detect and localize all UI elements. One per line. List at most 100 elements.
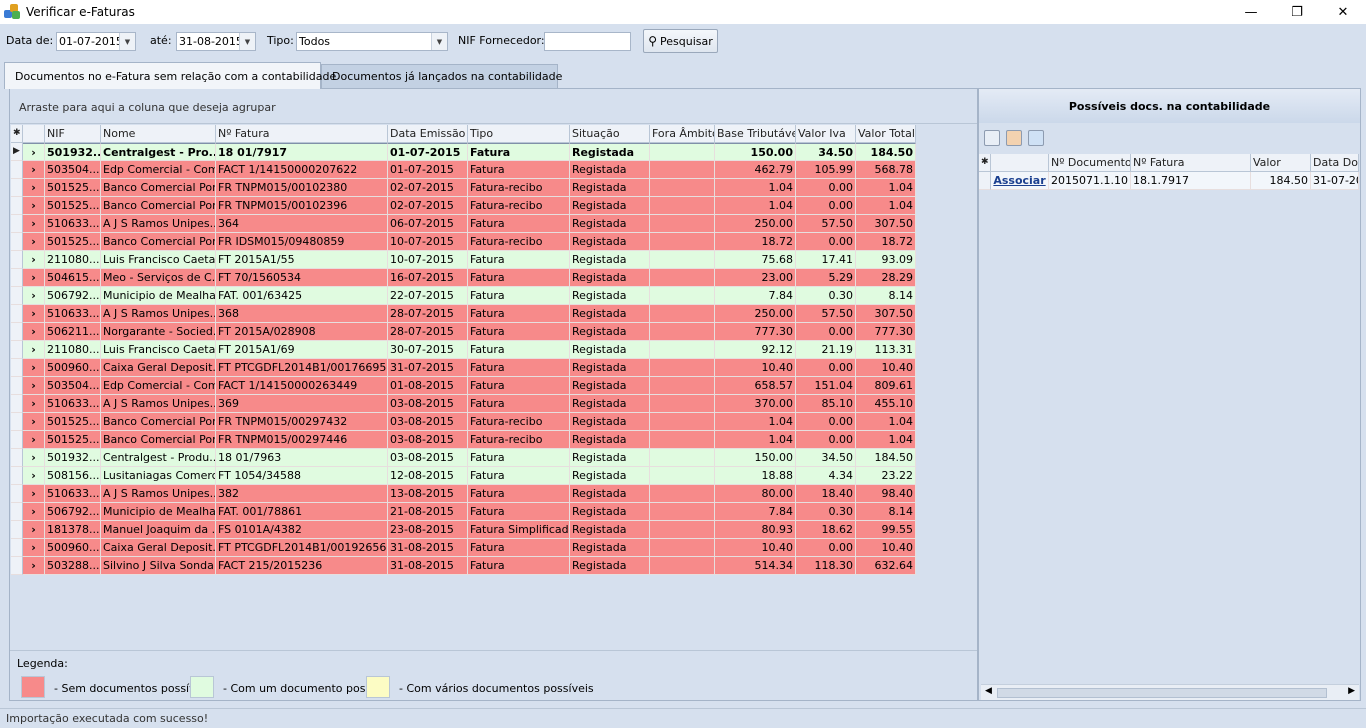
column-header[interactable]: Nome	[101, 125, 216, 143]
cell-base: 80.00	[715, 485, 796, 503]
column-header[interactable]: Valor	[1251, 154, 1311, 172]
cell-nome: Caixa Geral Deposit...	[101, 359, 216, 377]
expand-row-icon[interactable]: ›	[23, 305, 45, 323]
cell-fatura: FT PTCGDFL2014B1/0019265601	[216, 539, 388, 557]
cell-iva: 0.00	[796, 539, 856, 557]
nif-input[interactable]	[544, 32, 631, 51]
cell-iva: 17.41	[796, 251, 856, 269]
date-to-picker[interactable]: 31-08-2015 ▼	[176, 32, 256, 51]
cell-situacao: Registada	[570, 359, 650, 377]
column-header[interactable]: Nº Documento	[1049, 154, 1131, 172]
expand-row-icon[interactable]: ›	[23, 395, 45, 413]
cell-nome: Caixa Geral Deposit...	[101, 539, 216, 557]
date-from-picker[interactable]: 01-07-2015 ▼	[56, 32, 136, 51]
cell-base: 10.40	[715, 539, 796, 557]
expand-row-icon[interactable]: ›	[23, 467, 45, 485]
chevron-down-icon[interactable]: ▼	[431, 33, 447, 50]
cell-situacao: Registada	[570, 557, 650, 575]
type-select[interactable]: Todos ▼	[296, 32, 448, 51]
column-header[interactable]: Data Doc.	[1311, 154, 1359, 172]
tab-strip: Documentos no e-Fatura sem relação com a…	[0, 62, 1366, 89]
expand-row-icon[interactable]: ›	[23, 215, 45, 233]
export-icon[interactable]	[1028, 130, 1044, 146]
expand-row-icon[interactable]: ›	[23, 539, 45, 557]
expand-row-icon[interactable]: ›	[23, 323, 45, 341]
column-header[interactable]: Valor Iva	[796, 125, 856, 143]
associate-link[interactable]: Associar	[993, 174, 1045, 187]
date-to-value: 31-08-2015	[179, 35, 239, 48]
cell-iva: 57.50	[796, 305, 856, 323]
chevron-down-icon[interactable]: ▼	[119, 33, 135, 50]
expand-row-icon[interactable]: ›	[23, 341, 45, 359]
cell-base: 1.04	[715, 431, 796, 449]
expand-row-icon[interactable]: ›	[23, 449, 45, 467]
search-button[interactable]: ⚲ Pesquisar	[643, 29, 718, 53]
tab-posted-documents[interactable]: Documentos já lançados na contabilidade	[321, 64, 562, 88]
cell-base: 250.00	[715, 305, 796, 323]
expand-row-icon[interactable]: ›	[23, 413, 45, 431]
column-header[interactable]: Data Emissão	[388, 125, 468, 143]
cell-fatura: 18.1.7917	[1131, 172, 1251, 190]
row-indicator	[11, 233, 23, 251]
cell-base: 462.79	[715, 161, 796, 179]
expand-row-icon[interactable]: ›	[23, 287, 45, 305]
expand-row-icon[interactable]: ›	[23, 503, 45, 521]
group-by-area[interactable]: Arraste para aqui a coluna que deseja ag…	[10, 89, 977, 124]
minimize-button[interactable]: —	[1228, 0, 1274, 24]
cell-data: 21-08-2015	[388, 503, 468, 521]
cell-data: 01-07-2015	[388, 143, 468, 161]
expand-row-icon[interactable]: ›	[23, 233, 45, 251]
column-header[interactable]: Nº Fatura	[216, 125, 388, 143]
column-header[interactable]: NIF	[45, 125, 101, 143]
close-button[interactable]: ✕	[1320, 0, 1366, 24]
cell-fatura: FR TNPM015/00102396	[216, 197, 388, 215]
scrollbar-thumb[interactable]	[997, 688, 1327, 698]
link-documents-icon[interactable]	[984, 130, 1000, 146]
cell-fatura: FT 2015A1/55	[216, 251, 388, 269]
cell-fatura: FR TNPM015/00297432	[216, 413, 388, 431]
cell-tipo: Fatura	[468, 269, 570, 287]
maximize-button[interactable]: ❐	[1274, 0, 1320, 24]
expand-row-icon[interactable]: ›	[23, 557, 45, 575]
expand-row-icon[interactable]: ›	[23, 377, 45, 395]
column-header[interactable]: Tipo	[468, 125, 570, 143]
expand-row-icon[interactable]: ›	[23, 251, 45, 269]
cell-fora	[650, 521, 715, 539]
cell-nome: Municipio de Mealhada	[101, 287, 216, 305]
open-document-icon[interactable]	[1006, 130, 1022, 146]
column-header[interactable]: Valor Total	[856, 125, 916, 143]
expand-row-icon[interactable]: ›	[23, 179, 45, 197]
cell-total: 184.50	[856, 449, 916, 467]
cell-base: 18.88	[715, 467, 796, 485]
cell-tipo: Fatura	[468, 377, 570, 395]
tab-unrelated-documents[interactable]: Documentos no e-Fatura sem relação com a…	[4, 62, 336, 89]
expand-row-icon[interactable]: ›	[23, 197, 45, 215]
column-header[interactable]: Nº Fatura	[1131, 154, 1251, 172]
cell-iva: 5.29	[796, 269, 856, 287]
expand-row-icon[interactable]: ›	[23, 521, 45, 539]
window-title: Verificar e-Faturas	[26, 5, 135, 19]
expand-row-icon[interactable]: ›	[23, 269, 45, 287]
filter-toolbar: Data de: 01-07-2015 ▼ até: 31-08-2015 ▼ …	[0, 24, 1366, 60]
cell-base: 7.84	[715, 503, 796, 521]
cell-nome: Lusitaniagas Comerc...	[101, 467, 216, 485]
expand-row-icon[interactable]: ›	[23, 431, 45, 449]
column-header[interactable]: Base Tributável	[715, 125, 796, 143]
cell-data: 31-07-20	[1311, 172, 1359, 190]
expand-row-icon[interactable]: ›	[23, 143, 45, 161]
column-header[interactable]: Situação	[570, 125, 650, 143]
chevron-down-icon[interactable]: ▼	[239, 33, 255, 50]
scroll-right-icon[interactable]: ▶	[1348, 686, 1355, 696]
cell-fora	[650, 395, 715, 413]
column-header[interactable]: Fora Âmbito	[650, 125, 715, 143]
cell-iva: 0.00	[796, 359, 856, 377]
cell-fatura: FT PTCGDFL2014B1/0017669536	[216, 359, 388, 377]
cell-total: 777.30	[856, 323, 916, 341]
expand-row-icon[interactable]: ›	[23, 485, 45, 503]
cell-data: 31-07-2015	[388, 359, 468, 377]
scroll-left-icon[interactable]: ◀	[985, 686, 992, 696]
expand-row-icon[interactable]: ›	[23, 161, 45, 179]
horizontal-scrollbar[interactable]: ◀ ▶	[981, 684, 1359, 700]
expand-row-icon[interactable]: ›	[23, 359, 45, 377]
cell-total: 23.22	[856, 467, 916, 485]
